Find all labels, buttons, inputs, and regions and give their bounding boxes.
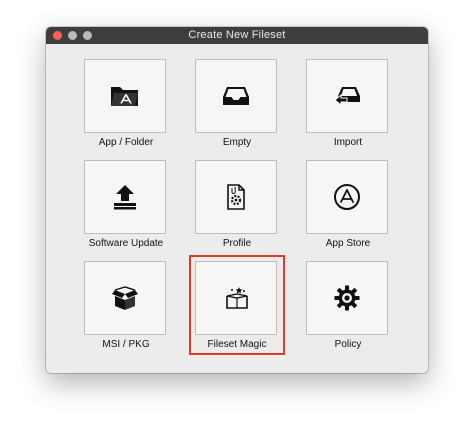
tile-app-store-box[interactable] — [306, 160, 388, 234]
tile-msi-pkg-box[interactable] — [84, 261, 166, 335]
software-update-icon — [112, 184, 138, 210]
titlebar[interactable]: Create New Fileset — [46, 27, 428, 44]
tile-import[interactable]: Import — [300, 53, 396, 153]
tile-app-folder[interactable]: App / Folder — [78, 53, 174, 153]
tile-label: Profile — [222, 238, 252, 249]
tile-label: Fileset Magic — [207, 339, 267, 350]
window-title: Create New Fileset — [188, 29, 286, 41]
tile-import-box[interactable] — [306, 59, 388, 133]
tile-label: App / Folder — [98, 137, 154, 148]
tile-empty-box[interactable] — [195, 59, 277, 133]
tile-fileset-magic-box[interactable] — [195, 261, 277, 335]
tile-app-folder-box[interactable] — [84, 59, 166, 133]
policy-gear-icon — [333, 284, 361, 312]
tile-profile[interactable]: Profile — [189, 154, 285, 254]
tile-empty[interactable]: Empty — [189, 53, 285, 153]
tile-label: Software Update — [88, 238, 164, 249]
import-icon — [332, 84, 362, 108]
tile-profile-box[interactable] — [195, 160, 277, 234]
tile-label: Policy — [334, 339, 362, 350]
app-store-icon — [333, 183, 361, 211]
tile-label: App Store — [325, 238, 371, 249]
msi-pkg-icon — [111, 285, 139, 311]
tile-label: Empty — [222, 137, 252, 148]
tile-label: Import — [333, 137, 363, 148]
tile-fileset-magic[interactable]: Fileset Magic — [189, 255, 285, 355]
fileset-magic-icon — [222, 284, 250, 312]
tile-policy[interactable]: Policy — [300, 255, 396, 355]
tile-msi-pkg[interactable]: MSI / PKG — [78, 255, 174, 355]
tile-policy-box[interactable] — [306, 261, 388, 335]
tile-label: MSI / PKG — [102, 339, 150, 350]
tile-app-store[interactable]: App Store — [300, 154, 396, 254]
app-folder-icon — [109, 83, 141, 109]
profile-icon — [225, 183, 247, 211]
create-new-fileset-window: Create New Fileset App / Folder Empty Im… — [46, 27, 428, 373]
tile-software-update-box[interactable] — [84, 160, 166, 234]
tile-software-update[interactable]: Software Update — [78, 154, 174, 254]
empty-tray-icon — [221, 85, 251, 107]
